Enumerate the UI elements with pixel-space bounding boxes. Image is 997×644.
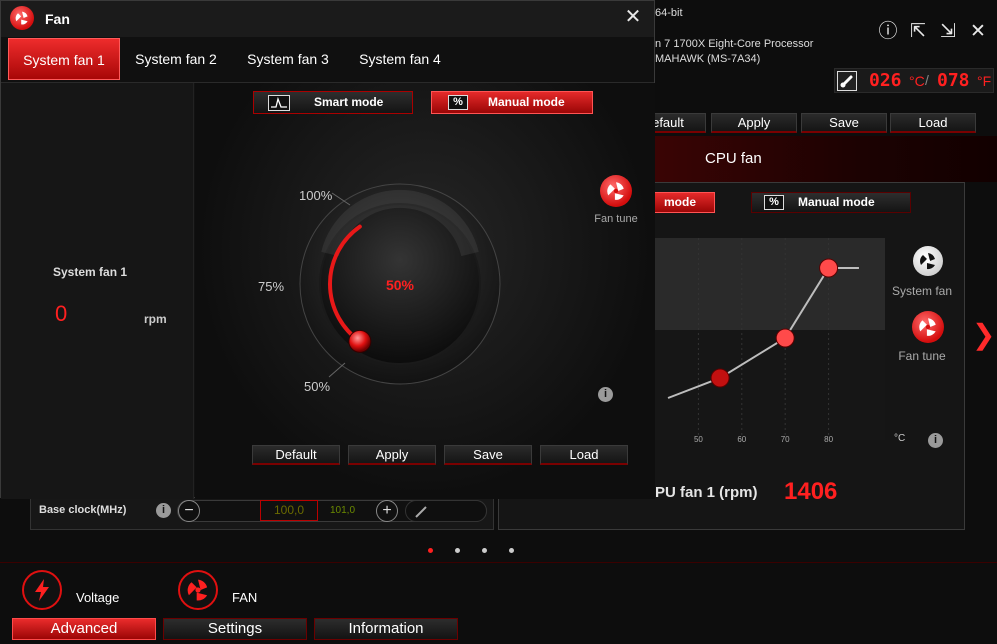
tab-system-fan-2[interactable]: System fan 2	[125, 38, 227, 80]
tab-system-fan-4[interactable]: System fan 4	[349, 38, 451, 80]
chart-upper-band	[655, 238, 885, 330]
manual-mode-button[interactable]: % Manual mode	[431, 91, 593, 114]
page-dot[interactable]	[455, 548, 460, 553]
base-clock-actual: 101,0	[330, 505, 356, 516]
cpu-fan-header: CPU fan	[655, 136, 997, 182]
os-text: 64-bit	[655, 7, 683, 19]
fan-tabs: System fan 1 System fan 2 System fan 3 S…	[1, 37, 654, 83]
bg-save-button[interactable]: Save	[801, 113, 887, 133]
cpu-fan-rpm-value: 1406	[784, 478, 838, 505]
page-indicator	[428, 548, 528, 556]
smart-mode-label: Smart mode	[314, 95, 384, 109]
fan-tune-label: Fan tune	[594, 213, 638, 225]
fan-info-panel: System fan 1 0 rpm	[1, 83, 194, 499]
fan-tune-icon[interactable]	[600, 175, 632, 207]
smart-mode-icon	[268, 95, 290, 111]
dial-label-75: 75%	[258, 279, 285, 294]
dial-leader-100	[331, 192, 351, 206]
fan-curve-chart[interactable]: 50 60 70 80	[655, 238, 885, 450]
cpu-fan-title: CPU fan	[705, 150, 762, 167]
fan-tune-side-icon[interactable]	[912, 311, 944, 343]
fan-dialog-logo-icon	[10, 6, 34, 30]
bg-manual-mode-button[interactable]: % Manual mode	[751, 192, 911, 213]
cpu-fan-rpm-label: PU fan 1 (rpm)	[655, 484, 758, 501]
chart-x-unit: °C	[894, 433, 906, 444]
default-button[interactable]: Default	[252, 445, 340, 465]
system-temp: 078	[937, 70, 970, 91]
load-button[interactable]: Load	[540, 445, 628, 465]
base-clock-info-icon[interactable]: i	[156, 503, 171, 518]
minimize-icon[interactable]: ⇱	[906, 20, 930, 44]
fan-nav-icon[interactable]	[178, 570, 218, 610]
nav-settings-button[interactable]: Settings	[163, 618, 307, 640]
fan-dial-area: Smart mode % Manual mode 50% 100% 75% 50…	[195, 83, 655, 499]
system-temp-unit: °F	[977, 73, 992, 89]
fan-speed-dial[interactable]: 50%	[295, 179, 505, 389]
dial-leader-50	[328, 362, 346, 378]
nav-advanced-button[interactable]: Advanced	[12, 618, 156, 640]
page-dot[interactable]	[428, 548, 433, 553]
system-fan-label: System fan	[891, 284, 953, 298]
tab-system-fan-3[interactable]: System fan 3	[237, 38, 339, 80]
base-clock-input[interactable]: 100,0	[260, 500, 318, 521]
chart-x-tick: 70	[781, 435, 790, 444]
thermometer-icon	[837, 71, 857, 91]
cpu-temp-unit: °C	[909, 73, 925, 89]
next-page-arrow-icon[interactable]: ❯	[972, 318, 995, 351]
fan-dialog: Fan ✕ System fan 1 System fan 2 System f…	[0, 0, 655, 499]
manual-percent-icon: %	[448, 95, 468, 110]
temp-divider: /	[925, 72, 929, 88]
apply-button[interactable]: Apply	[348, 445, 436, 465]
voltage-icon[interactable]	[22, 570, 62, 610]
manual-mode-label: Manual mode	[488, 95, 565, 109]
pencil-icon	[415, 506, 427, 518]
bg-load-button[interactable]: Load	[890, 113, 976, 133]
voltage-label[interactable]: Voltage	[76, 590, 119, 605]
fan-nav-label[interactable]: FAN	[232, 590, 257, 605]
temperature-readout: 026 °C / 078 °F	[834, 68, 994, 93]
fan-rpm-value: 0	[55, 301, 68, 326]
smart-mode-button[interactable]: Smart mode	[253, 91, 413, 114]
page-dot[interactable]	[509, 548, 514, 553]
fan-rpm-unit: rpm	[144, 312, 167, 326]
bg-manual-mode-label: Manual mode	[798, 195, 875, 209]
fan-dialog-title: Fan	[45, 11, 70, 27]
dial-label-50: 50%	[304, 379, 331, 394]
base-clock-plus-button[interactable]: +	[376, 500, 398, 522]
chart-point[interactable]	[819, 258, 839, 278]
bg-smart-mode-button[interactable]: mode	[645, 192, 715, 213]
chart-x-tick: 80	[824, 435, 833, 444]
system-fan-icon[interactable]	[913, 246, 943, 276]
fan-name-label: System fan 1	[53, 265, 128, 279]
bg-apply-button[interactable]: Apply	[711, 113, 797, 133]
base-clock-row: Base clock(MHz) i − 100,0 101,0 +	[30, 498, 494, 530]
chart-x-tick: 60	[737, 435, 746, 444]
chart-point[interactable]	[775, 328, 795, 348]
tab-system-fan-1[interactable]: System fan 1	[8, 38, 120, 80]
cpu-text: n 7 1700X Eight-Core Processor	[655, 38, 814, 50]
base-clock-minus-button[interactable]: −	[178, 500, 200, 522]
dial-label-100: 100%	[299, 188, 333, 203]
chart-x-tick: 50	[694, 435, 703, 444]
board-text: MAHAWK (MS-7A34)	[655, 53, 761, 65]
base-clock-edit-button[interactable]	[405, 500, 487, 522]
save-button[interactable]: Save	[444, 445, 532, 465]
percent-icon: %	[764, 195, 784, 210]
chart-info-icon[interactable]: i	[928, 433, 943, 448]
fan-dialog-titlebar: Fan ✕	[1, 1, 654, 37]
page-dot[interactable]	[482, 548, 487, 553]
dial-knob[interactable]	[348, 329, 372, 353]
bottom-divider	[0, 562, 997, 563]
info-window-icon[interactable]: ⓘ	[876, 20, 900, 44]
dial-info-icon[interactable]: i	[598, 387, 613, 402]
cpu-temp: 026	[869, 70, 902, 91]
nav-information-button[interactable]: Information	[314, 618, 458, 640]
fan-tune-side-label: Fan tune	[898, 349, 946, 363]
base-clock-label: Base clock(MHz)	[39, 504, 127, 516]
chart-point[interactable]	[710, 368, 730, 388]
window-close-icon[interactable]: ✕	[966, 20, 990, 44]
fan-dialog-close-icon[interactable]: ✕	[621, 5, 645, 29]
restore-icon[interactable]: ⇲	[936, 20, 960, 44]
dial-value-text: 50%	[386, 277, 415, 293]
